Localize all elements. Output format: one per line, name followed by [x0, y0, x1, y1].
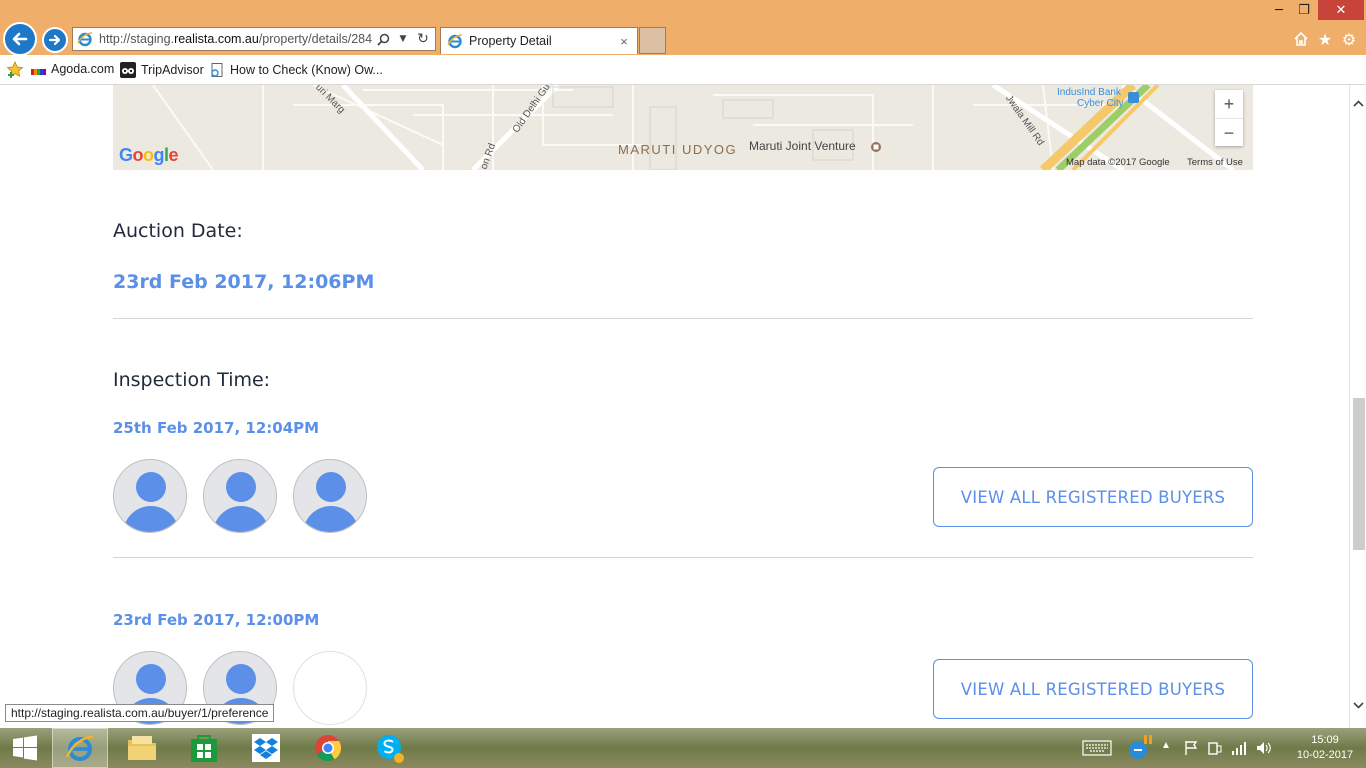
- auction-date-heading: Auction Date:: [113, 220, 243, 242]
- back-button[interactable]: [3, 22, 37, 56]
- forward-button[interactable]: [42, 27, 68, 53]
- url-path: /property/details/284: [258, 32, 373, 46]
- vertical-scrollbar[interactable]: [1349, 85, 1366, 728]
- clock-date: 10-02-2017: [1296, 749, 1354, 761]
- new-tab-button[interactable]: [639, 27, 666, 54]
- close-tab-icon[interactable]: ×: [617, 34, 631, 49]
- favorite-label: Agoda.com: [51, 62, 115, 76]
- agoda-icon: [31, 69, 46, 75]
- favorite-label: TripAdvisor: [141, 63, 204, 77]
- favorites-bar: Agoda.com TripAdvisor How to Check (Know…: [0, 55, 1366, 85]
- skype-icon: [377, 735, 404, 763]
- buyer-avatar-placeholder[interactable]: [293, 651, 367, 725]
- google-map[interactable]: Puri Marg Old Delhi Gu on Rd MARUTI UDYO…: [113, 85, 1253, 170]
- internet-explorer-icon: [65, 735, 94, 761]
- map-label-cyber-city: Cyber City: [1077, 98, 1124, 109]
- taskbar-file-explorer[interactable]: [114, 728, 170, 768]
- search-icon[interactable]: [375, 31, 391, 47]
- favorite-tripadvisor[interactable]: TripAdvisor: [120, 62, 204, 78]
- tab-title: Property Detail: [469, 34, 552, 48]
- ie-page-icon: [77, 32, 93, 47]
- taskbar-dropbox[interactable]: [238, 728, 294, 768]
- favorite-how-to-check[interactable]: How to Check (Know) Ow...: [209, 62, 383, 78]
- map-terms-link[interactable]: Terms of Use: [1187, 157, 1243, 168]
- auction-date-value: 23rd Feb 2017, 12:06PM: [113, 271, 375, 293]
- buyer-avatar[interactable]: [203, 459, 277, 533]
- close-window-button[interactable]: ✕: [1318, 0, 1364, 20]
- inspection-time-heading: Inspection Time:: [113, 369, 271, 391]
- scrollbar-thumb[interactable]: [1353, 398, 1365, 550]
- map-data-credit: Map data ©2017 Google: [1066, 157, 1170, 168]
- view-all-registered-buyers-button[interactable]: VIEW ALL REGISTERED BUYERS: [933, 659, 1253, 719]
- clock-time: 15:09: [1311, 734, 1339, 746]
- minimize-button[interactable]: ─: [1268, 0, 1290, 20]
- folder-icon: [128, 736, 156, 760]
- tripadvisor-icon: [120, 62, 136, 78]
- notification-app-icon[interactable]: [1126, 735, 1154, 764]
- volume-icon[interactable]: [1255, 740, 1273, 759]
- dropbox-icon: [252, 734, 280, 762]
- action-center-icon[interactable]: [1183, 740, 1199, 759]
- inspection-slot-date: 23rd Feb 2017, 12:00PM: [113, 611, 320, 629]
- windows-taskbar: ▲ 15:09 10-02-2017: [0, 728, 1366, 768]
- keyboard-icon[interactable]: [1082, 740, 1112, 759]
- address-url[interactable]: http://staging.realista.com.au/property/…: [99, 32, 375, 46]
- arrow-left-icon: [12, 32, 28, 46]
- map-zoom-control: + −: [1215, 90, 1243, 146]
- settings-gear-icon[interactable]: ⚙: [1340, 30, 1358, 49]
- favorite-label: How to Check (Know) Ow...: [230, 63, 383, 77]
- favorites-star-icon[interactable]: ★: [1316, 30, 1334, 49]
- taskbar-chrome[interactable]: [300, 728, 356, 768]
- battery-icon[interactable]: [1207, 740, 1223, 759]
- url-domain: realista.com.au: [174, 32, 259, 46]
- scroll-up-icon[interactable]: [1350, 95, 1366, 112]
- chrome-icon: [315, 735, 342, 762]
- scroll-down-icon[interactable]: [1350, 697, 1366, 714]
- buyer-avatar[interactable]: [113, 459, 187, 533]
- ie-tab-icon: [447, 34, 463, 49]
- address-bar[interactable]: http://staging.realista.com.au/property/…: [72, 27, 436, 51]
- view-all-registered-buyers-button[interactable]: VIEW ALL REGISTERED BUYERS: [933, 467, 1253, 527]
- map-label-indusind: IndusInd Bank: [1057, 87, 1121, 98]
- inspection-slot-date: 25th Feb 2017, 12:04PM: [113, 419, 320, 437]
- map-label-maruti-jv: Maruti Joint Venture: [749, 139, 856, 153]
- store-icon: [191, 735, 217, 762]
- taskbar-store[interactable]: [176, 728, 232, 768]
- arrow-right-icon: [48, 34, 61, 46]
- google-logo: Google: [119, 145, 179, 165]
- refresh-icon[interactable]: ↻: [415, 31, 431, 47]
- zoom-out-button[interactable]: −: [1215, 118, 1243, 147]
- restore-button[interactable]: ❐: [1293, 0, 1315, 20]
- start-button[interactable]: [0, 728, 50, 768]
- home-icon[interactable]: [1292, 30, 1310, 48]
- page-content: Puri Marg Old Delhi Gu on Rd MARUTI UDYO…: [0, 85, 1349, 728]
- status-bar-url: http://staging.realista.com.au/buyer/1/p…: [5, 704, 275, 722]
- browser-title-bar: http://staging.realista.com.au/property/…: [0, 0, 1366, 56]
- favorite-agoda[interactable]: Agoda.com: [31, 62, 114, 76]
- system-clock[interactable]: 15:09 10-02-2017: [1290, 733, 1360, 763]
- add-favorites-icon[interactable]: [6, 61, 24, 79]
- page-icon: [209, 62, 225, 78]
- taskbar-skype[interactable]: [362, 728, 418, 768]
- show-hidden-icons[interactable]: ▲: [1161, 740, 1171, 751]
- divider: [113, 557, 1253, 558]
- url-prefix: http://staging.: [99, 32, 175, 46]
- network-signal-icon[interactable]: [1231, 740, 1247, 759]
- tab-property-detail[interactable]: Property Detail ×: [440, 27, 638, 54]
- windows-logo-icon: [13, 735, 37, 761]
- buyer-avatar[interactable]: [293, 459, 367, 533]
- dropdown-icon[interactable]: ▼: [395, 31, 411, 47]
- divider: [113, 318, 1253, 319]
- taskbar-internet-explorer[interactable]: [52, 728, 108, 768]
- zoom-in-button[interactable]: +: [1215, 90, 1243, 118]
- map-label-maruti-udyog: MARUTI UDYOG: [618, 142, 738, 157]
